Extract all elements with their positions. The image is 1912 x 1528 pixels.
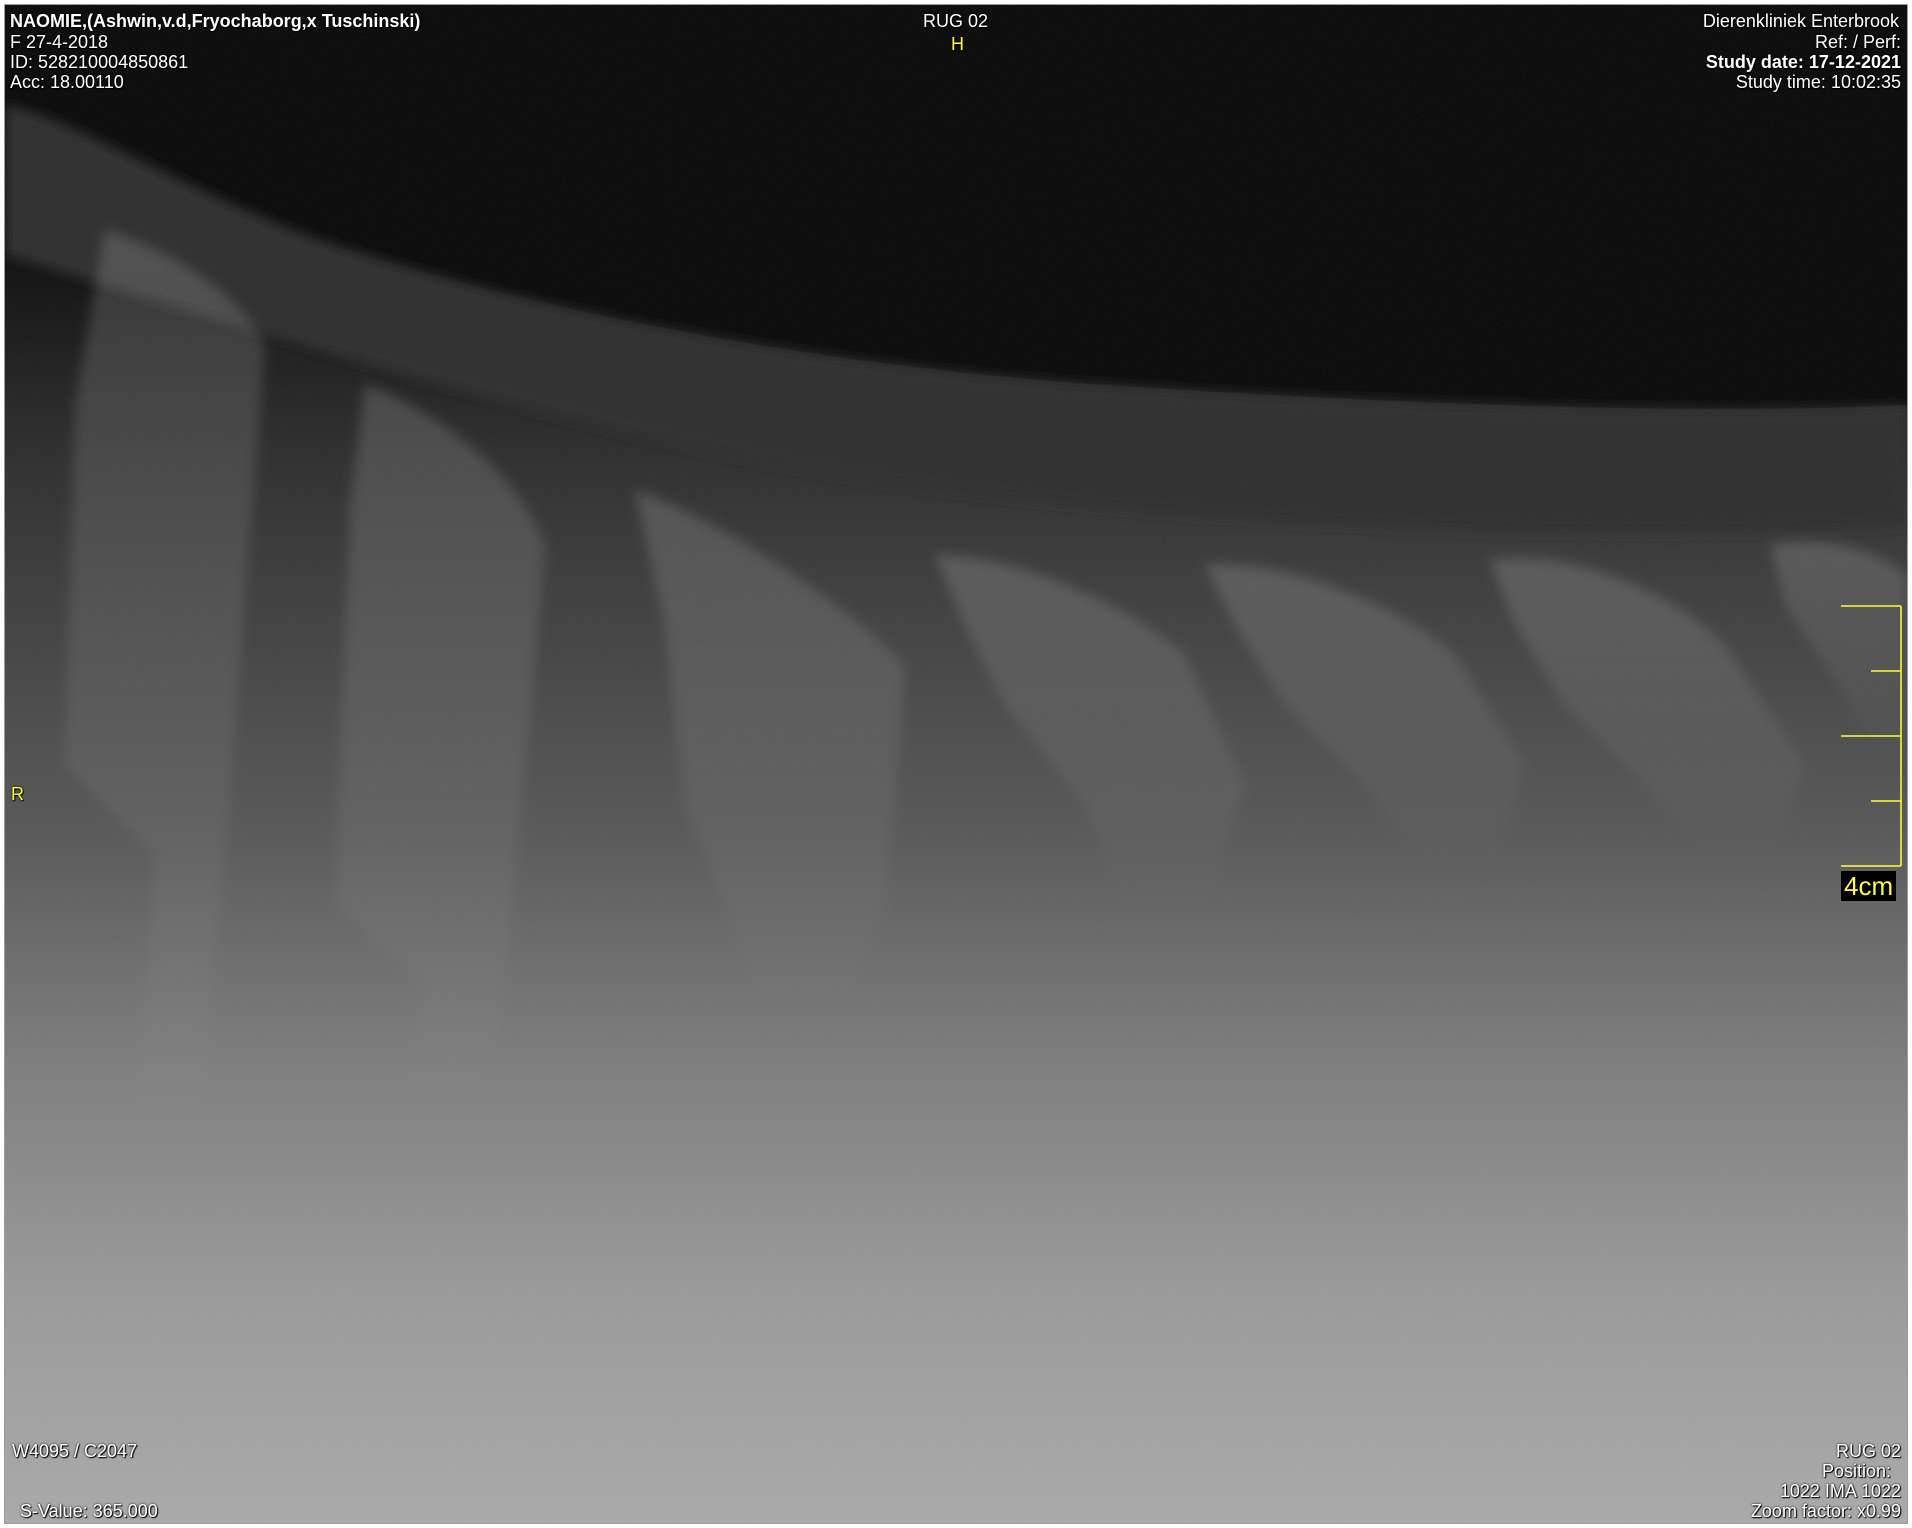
study-time: Study time: 10:02:35 — [1735, 72, 1901, 92]
image-number: 1022 IMA 1022 — [1779, 1481, 1901, 1501]
study-date: Study date: 17-12-2021 — [1705, 52, 1901, 72]
accession-number: Acc: 18.00110 — [10, 72, 124, 92]
xray-image — [5, 5, 1907, 1523]
orientation-marker-left: R — [11, 784, 24, 804]
patient-name: NAOMIE,(Ashwin,v.d,Fryochaborg,x Tuschin… — [10, 11, 421, 31]
patient-id: ID: 528210004850861 — [10, 52, 189, 72]
series-title: RUG 02 — [923, 11, 989, 31]
orientation-marker-top: H — [951, 34, 964, 54]
zoom-factor: Zoom factor: x0.99 — [1750, 1501, 1901, 1521]
s-value: S-Value: 365.000 — [20, 1501, 158, 1521]
image-position: Position: — [1821, 1461, 1891, 1481]
patient-sex-dob: F 27-4-2018 — [10, 32, 109, 52]
window-level: W4095 / C2047 — [12, 1441, 138, 1461]
ref-perf: Ref: / Perf: — [1814, 32, 1901, 52]
image-series-label: RUG 02 — [1835, 1441, 1901, 1461]
image-viewport[interactable]: NAOMIE,(Ashwin,v.d,Fryochaborg,x Tuschin… — [4, 4, 1908, 1524]
scale-label: 4cm — [1841, 871, 1897, 901]
institution-name: Dierenkliniek Enterbrook — [1702, 11, 1899, 31]
